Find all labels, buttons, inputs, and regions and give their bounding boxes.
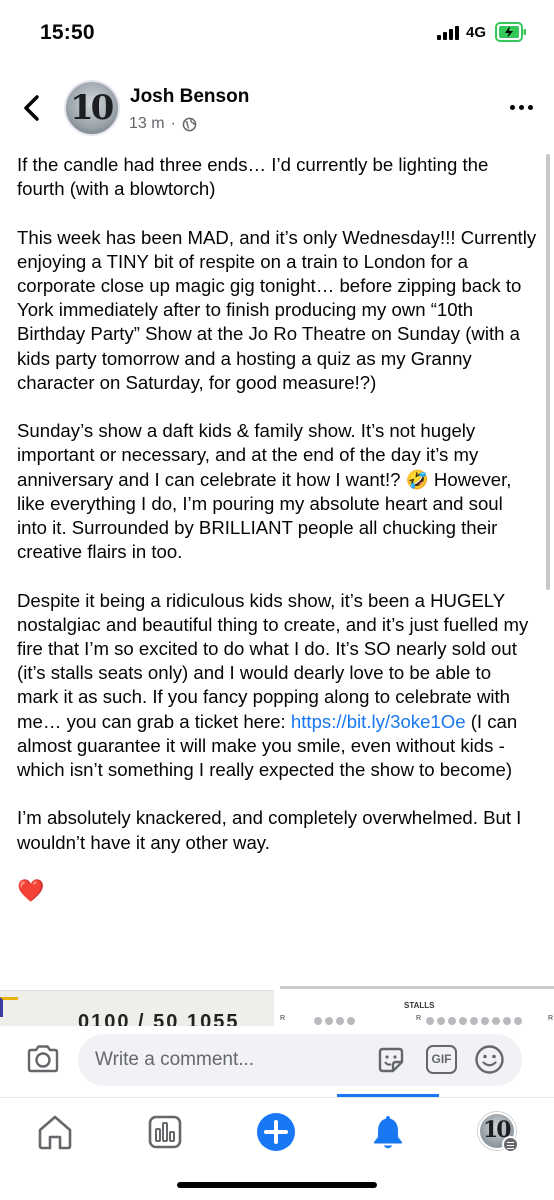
globe-icon xyxy=(182,117,197,131)
heart-emoji: ❤️ xyxy=(17,878,45,904)
seat-row xyxy=(314,1017,355,1025)
bottom-navigation: 10 xyxy=(0,1097,554,1167)
status-time: 15:50 xyxy=(40,21,95,44)
post-paragraph: I’m absolutely knackered, and completely… xyxy=(17,807,522,853)
menu-profile-button[interactable]: 10 xyxy=(478,1112,519,1153)
seat-row xyxy=(426,1017,522,1025)
sticker-icon[interactable] xyxy=(376,1045,406,1075)
gif-button[interactable]: GIF xyxy=(426,1045,457,1074)
post-paragraph: Sunday’s show a daft kids & family show.… xyxy=(17,420,512,563)
ticket-link[interactable]: https://bit.ly/3oke1Oe xyxy=(291,711,466,732)
row-label: R xyxy=(416,1015,422,1022)
create-plus-icon[interactable] xyxy=(256,1112,296,1152)
comment-placeholder: Write a comment... xyxy=(95,1049,255,1070)
post-header: 10 Josh Benson 13 m · xyxy=(0,76,554,140)
feeds-icon[interactable] xyxy=(145,1112,185,1152)
post-media[interactable]: 0100 / 50 1055 STALLS R R R xyxy=(0,986,554,1026)
notifications-bell-icon[interactable] xyxy=(368,1112,408,1152)
scrollbar[interactable] xyxy=(546,154,550,590)
post-paragraph: Despite it being a ridiculous kids show,… xyxy=(17,589,537,783)
signal-strength-icon xyxy=(437,26,459,40)
post-paragraph: If the candle had three ends… I’d curren… xyxy=(17,154,489,200)
logo-fragment xyxy=(0,997,18,1017)
camera-icon[interactable] xyxy=(26,1044,60,1074)
emoji-icon[interactable] xyxy=(474,1044,505,1075)
attached-image-seating-plan[interactable]: STALLS R R R xyxy=(280,986,554,1026)
author-name[interactable]: Josh Benson xyxy=(130,86,249,108)
back-arrow-icon[interactable] xyxy=(20,93,44,123)
meta-separator: · xyxy=(170,115,176,132)
post-timestamp[interactable]: 13 m xyxy=(129,115,165,133)
home-indicator[interactable] xyxy=(177,1182,377,1188)
status-bar: 15:50 4G xyxy=(0,0,554,64)
home-icon[interactable] xyxy=(35,1112,75,1152)
row-label: R xyxy=(280,1015,286,1022)
menu-hamburger-icon xyxy=(502,1136,519,1153)
battery-icon xyxy=(495,22,526,42)
post-paragraph: This week has been MAD, and it’s only We… xyxy=(17,226,537,393)
attached-image-poster[interactable]: 0100 / 50 1055 xyxy=(0,990,274,1026)
partial-phone-text: 0100 / 50 1055 xyxy=(78,1011,240,1026)
network-type: 4G xyxy=(466,24,487,41)
post-meta: 13 m · xyxy=(129,115,197,133)
comment-bar: Write a comment... GIF xyxy=(0,1026,554,1098)
row-label: R xyxy=(548,1015,554,1022)
author-avatar[interactable]: 10 xyxy=(64,80,120,136)
more-options-icon[interactable] xyxy=(510,105,533,110)
stalls-label: STALLS xyxy=(404,1001,435,1010)
post-text: If the candle had three ends… I’d curren… xyxy=(17,153,537,903)
